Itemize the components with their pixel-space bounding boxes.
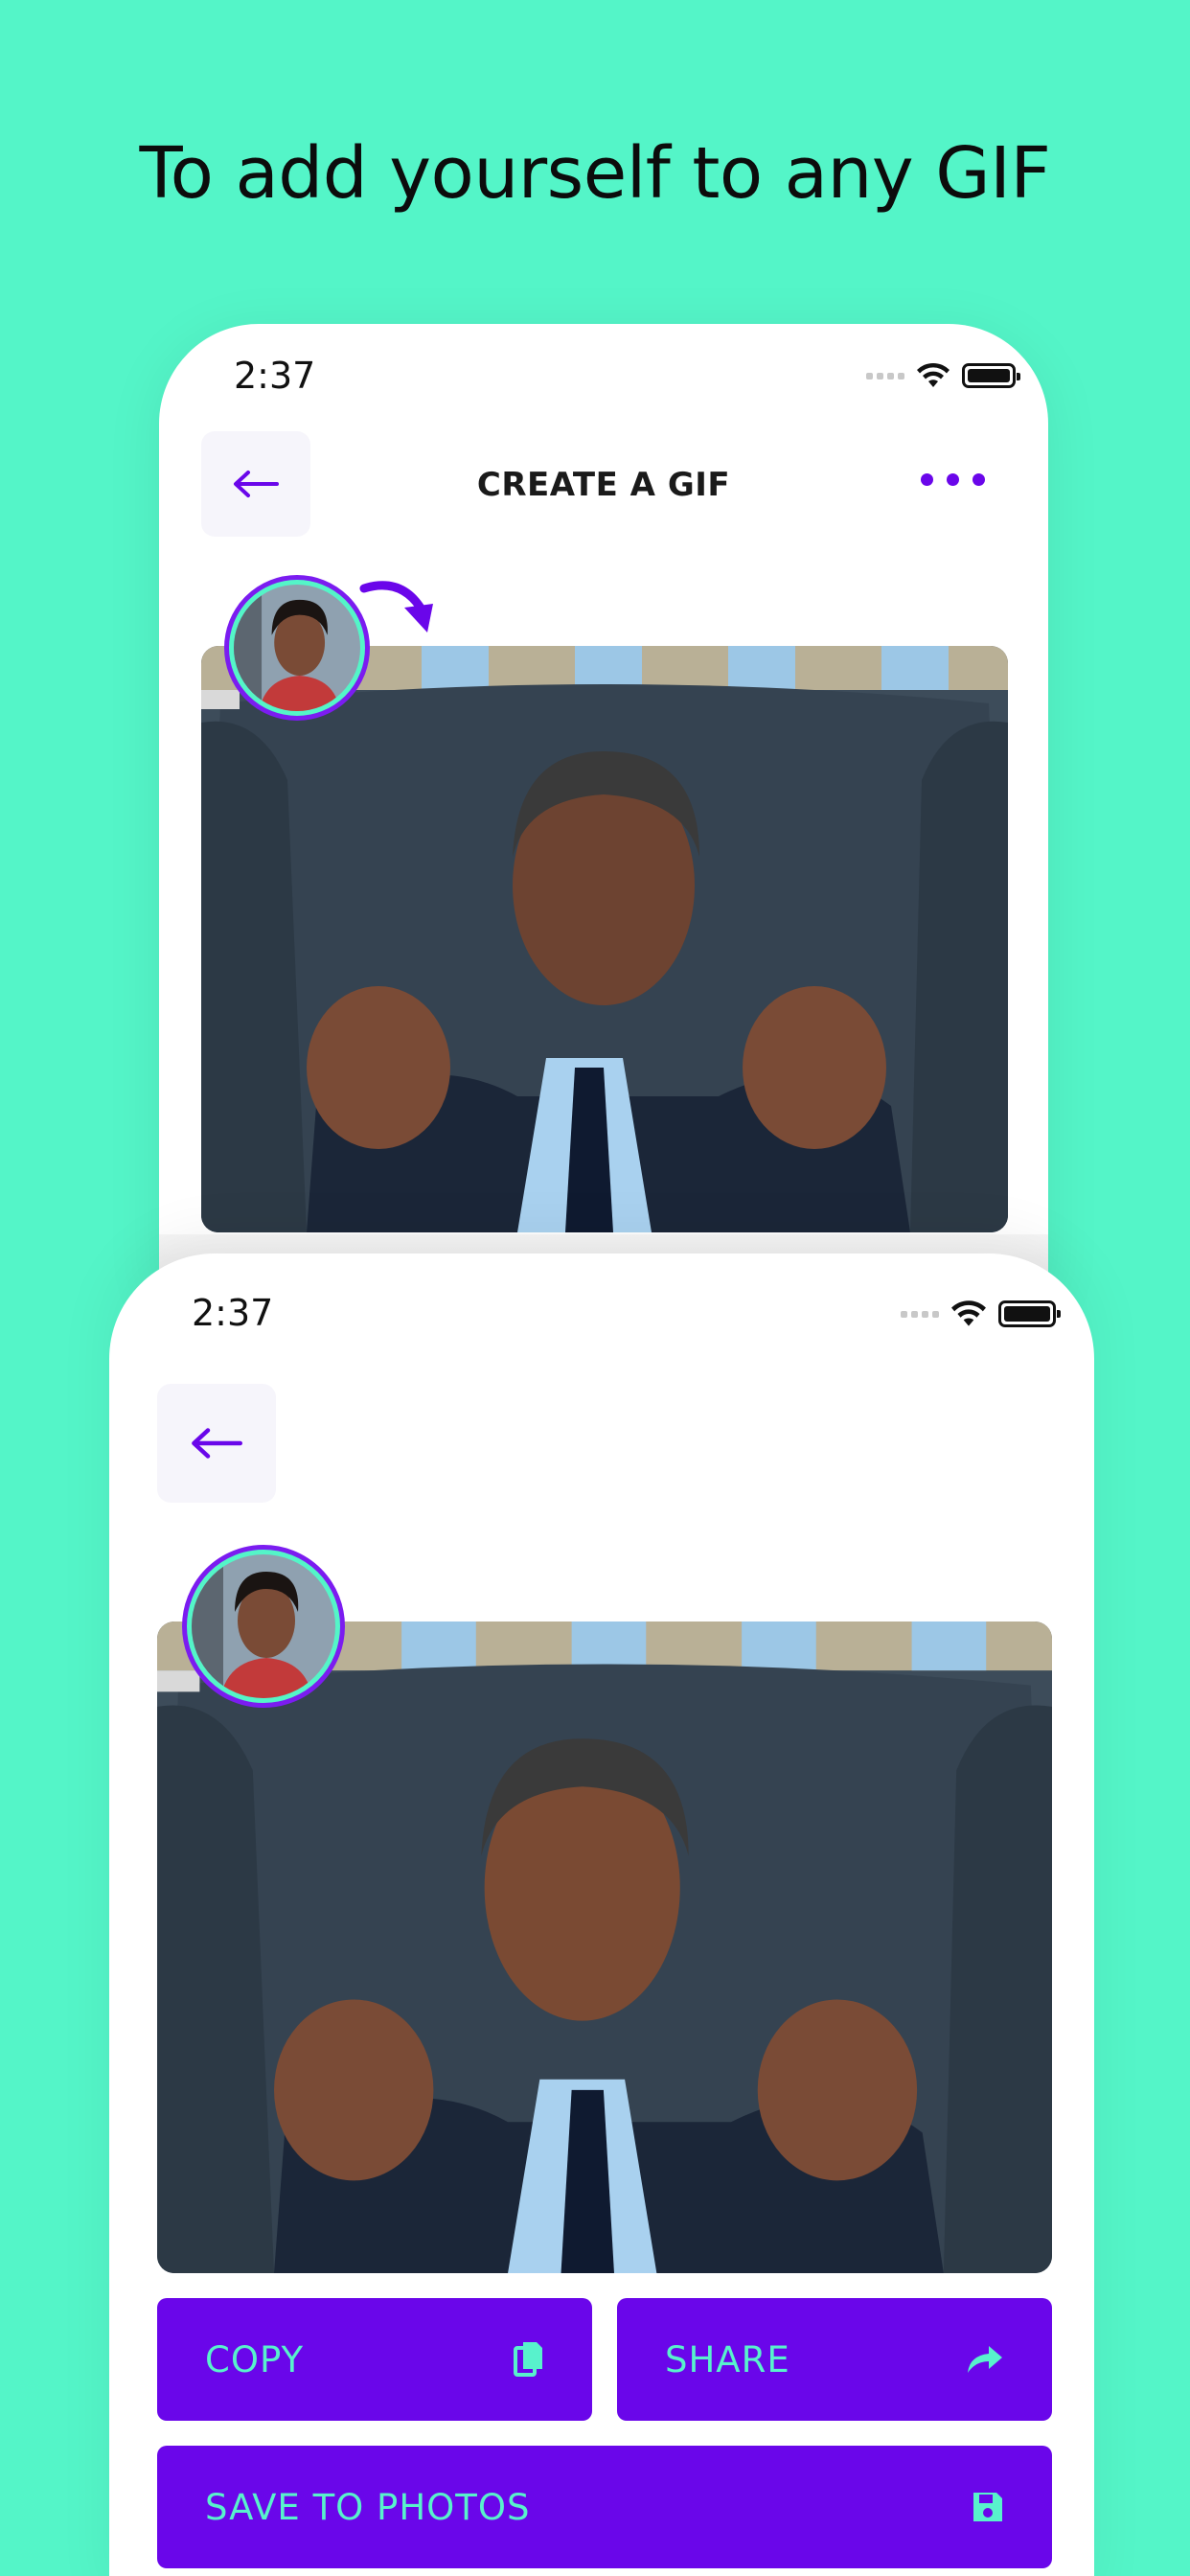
status-time: 2:37	[192, 1292, 274, 1334]
copy-label: COPY	[205, 2338, 305, 2380]
back-button[interactable]	[157, 1384, 276, 1503]
signal-icon	[866, 372, 904, 380]
status-time: 2:37	[234, 355, 316, 397]
wifi-icon	[917, 362, 950, 387]
share-icon	[968, 2346, 1002, 2373]
status-icons	[866, 362, 1020, 389]
share-label: SHARE	[665, 2338, 790, 2380]
copy-icon	[514, 2342, 542, 2377]
battery-icon	[998, 1300, 1061, 1327]
user-face-avatar[interactable]	[224, 575, 370, 721]
headline: To add yourself to any GIF	[139, 132, 1051, 215]
more-dot	[921, 473, 933, 486]
user-face-avatar[interactable]	[182, 1545, 345, 1708]
phone-create-gif: 2:37 CREATE A GIF	[159, 324, 1048, 1292]
screen-title: CREATE A GIF	[476, 466, 731, 504]
gif-preview[interactable]	[201, 646, 1008, 1232]
save-icon	[973, 2493, 1002, 2521]
gif-result[interactable]	[157, 1622, 1052, 2273]
back-arrow-icon	[192, 1428, 242, 1459]
more-options-button[interactable]	[921, 473, 985, 486]
share-button[interactable]: SHARE	[617, 2298, 1052, 2421]
copy-button[interactable]: COPY	[157, 2298, 592, 2421]
save-label: SAVE TO PHOTOS	[205, 2486, 531, 2528]
more-dot	[947, 473, 959, 486]
signal-icon	[901, 1310, 939, 1318]
battery-icon	[962, 363, 1020, 388]
save-to-photos-button[interactable]: SAVE TO PHOTOS	[157, 2446, 1052, 2568]
wifi-icon	[951, 1300, 986, 1326]
curved-arrow-icon	[359, 581, 433, 632]
phone-result: 2:37 COPY SHARE SAVE TO PHOTOS	[109, 1254, 1094, 2576]
more-dot	[973, 473, 985, 486]
status-icons	[901, 1300, 1061, 1328]
